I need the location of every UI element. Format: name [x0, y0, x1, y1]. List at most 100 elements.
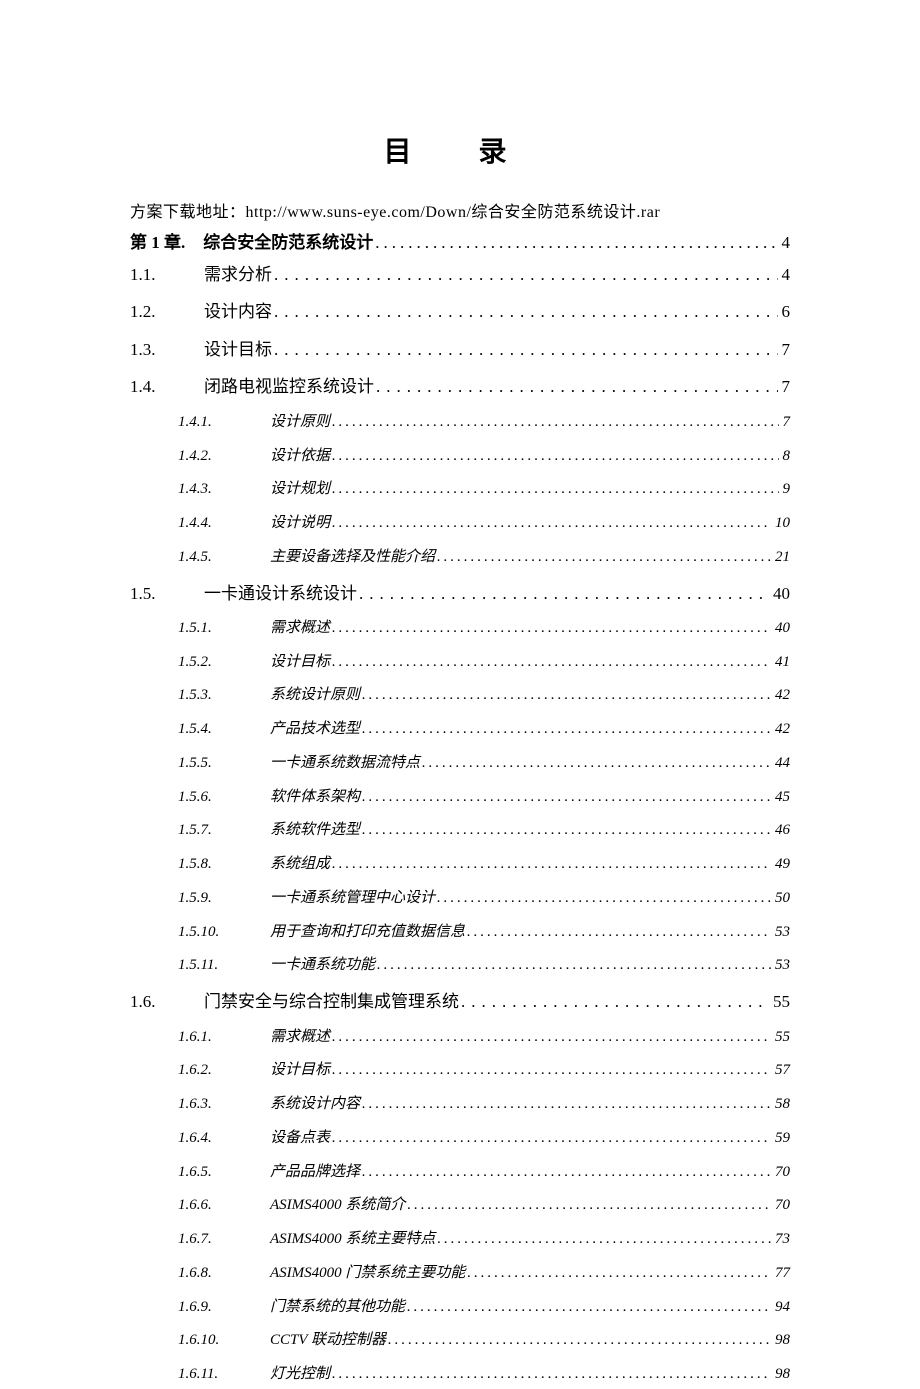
toc-entry-page: 49 — [775, 851, 790, 879]
toc-entry: 1.4.4.设计说明10 — [130, 510, 790, 538]
toc-entry: 1.5.10.用于查询和打印充值数据信息53 — [130, 919, 790, 947]
toc-leader-dots — [467, 919, 771, 947]
toc-entry-label: 软件体系架构 — [270, 784, 360, 812]
toc-entry-page: 9 — [783, 476, 791, 504]
toc-entry-number: 1.5.10. — [178, 919, 258, 947]
toc-entry-label: 设计目标 — [270, 649, 330, 677]
toc-entry-page: 73 — [775, 1226, 790, 1254]
toc-entry-page: 8 — [783, 443, 791, 471]
toc-entry-number: 1.3. — [130, 334, 186, 365]
toc-entry-label: 系统组成 — [270, 851, 330, 879]
toc-entry-label: 设计目标 — [204, 334, 272, 365]
toc-entry: 1.6.10.CCTV 联动控制器98 — [130, 1327, 790, 1355]
page-title: 目 录 — [130, 130, 790, 170]
toc-entry-label: 系统设计内容 — [270, 1091, 360, 1119]
toc-entry-label: 一卡通系统功能 — [270, 952, 375, 980]
toc-leader-dots — [332, 615, 771, 643]
toc-entry: 1.6.4.设备点表59 — [130, 1125, 790, 1153]
toc-entry-label: 设计依据 — [270, 443, 330, 471]
toc-entry-page: 94 — [775, 1294, 790, 1322]
toc-entry-page: 7 — [782, 371, 791, 402]
toc-entry-number: 1.4.2. — [178, 443, 258, 471]
toc-leader-dots — [362, 1159, 771, 1187]
toc-entry-page: 21 — [775, 544, 790, 572]
toc-entry: 1.6.8.ASIMS4000 门禁系统主要功能77 — [130, 1260, 790, 1288]
toc-entry-label: 门禁安全与综合控制集成管理系统 — [204, 986, 459, 1017]
toc-entry-number: 1.4.1. — [178, 409, 258, 437]
toc-entry-page: 57 — [775, 1057, 790, 1085]
toc-entry: 1.5.3.系统设计原则42 — [130, 682, 790, 710]
toc-leader-dots — [332, 409, 778, 437]
toc-leader-dots — [376, 371, 778, 402]
toc-entry-page: 45 — [775, 784, 790, 812]
toc-entry-label: 产品技术选型 — [270, 716, 360, 744]
toc-entry-page: 55 — [775, 1024, 790, 1052]
toc-entry: 1.3. 设计目标 7 — [130, 334, 790, 365]
toc-entry-label: 一卡通系统管理中心设计 — [270, 885, 435, 913]
toc-entry-label: 设计目标 — [270, 1057, 330, 1085]
toc-entry: 1.5.7.系统软件选型46 — [130, 817, 790, 845]
toc-entry: 1.6.2. 设计目标 57 — [130, 1057, 790, 1085]
toc-entry: 1.5.一卡通设计系统设计40 — [130, 578, 790, 609]
toc-entry: 1.6.3.系统设计内容58 — [130, 1091, 790, 1119]
toc-entry-page: 6 — [782, 296, 791, 327]
toc-leader-dots — [332, 510, 771, 538]
toc-entry-number: 1.6. — [130, 986, 186, 1017]
toc-leader-dots — [332, 649, 771, 677]
toc-entry: 1.5.4.产品技术选型42 — [130, 716, 790, 744]
toc-entry-number: 1.4.5. — [178, 544, 258, 572]
toc-entry-number: 1.6.7. — [178, 1226, 258, 1254]
toc-entry-label: 门禁系统的其他功能 — [270, 1294, 405, 1322]
toc-entry-number: 1.4.3. — [178, 476, 258, 504]
toc-leader-dots — [437, 544, 771, 572]
toc-entry-page: 44 — [775, 750, 790, 778]
toc-entry-page: 50 — [775, 885, 790, 913]
toc-entry-label: 主要设备选择及性能介绍 — [270, 544, 435, 572]
toc-entry-number: 1.5.11. — [178, 952, 258, 980]
toc-leader-dots — [362, 1091, 771, 1119]
toc-entry: 1.6.7. ASIMS4000 系统主要特点 73 — [130, 1226, 790, 1254]
toc-entry: 1.6.5.产品品牌选择70 — [130, 1159, 790, 1187]
toc-entry: 1.1.需求分析4 — [130, 259, 790, 290]
toc-entry-label: 设计内容 — [204, 296, 272, 327]
toc-entry-label: 设计原则 — [270, 409, 330, 437]
toc-entry-number: 1.5.9. — [178, 885, 258, 913]
toc-entry-label: 用于查询和打印充值数据信息 — [270, 919, 465, 947]
toc-leader-dots — [437, 885, 771, 913]
toc-entry: 1.6.11.灯光控制98 — [130, 1361, 790, 1389]
toc-entry-number: 1.5.6. — [178, 784, 258, 812]
toc-entry-label: 需求分析 — [204, 259, 272, 290]
toc-entry-label: ASIMS4000 系统主要特点 — [270, 1226, 435, 1254]
toc-entry-label: ASIMS4000 系统简介 — [270, 1192, 405, 1220]
toc-entry-page: 58 — [775, 1091, 790, 1119]
toc-entry: 1.5.2.设计目标41 — [130, 649, 790, 677]
toc-entry-number: 1.6.10. — [178, 1327, 258, 1355]
toc-entry: 第 1 章.综合安全防范系统设计4 — [130, 228, 790, 253]
toc-leader-dots — [377, 952, 771, 980]
toc-entry-label: 灯光控制 — [270, 1361, 330, 1389]
toc-leader-dots — [467, 1260, 771, 1288]
toc-entry-number: 1.6.9. — [178, 1294, 258, 1322]
toc-leader-dots — [332, 1024, 771, 1052]
toc-entry-number: 1.6.11. — [178, 1361, 258, 1389]
toc-entry-number: 1.4. — [130, 371, 186, 402]
toc-leader-dots — [437, 1226, 771, 1254]
toc-entry-page: 7 — [782, 334, 791, 365]
toc-entry-number: 1.2. — [130, 296, 186, 327]
toc-entry-label: 设计规划 — [270, 476, 330, 504]
toc-entry-page: 70 — [775, 1192, 790, 1220]
toc-entry-number: 1.6.2. — [178, 1057, 258, 1085]
toc-entry: 1.6.1.需求概述55 — [130, 1024, 790, 1052]
toc-entry-page: 77 — [775, 1260, 790, 1288]
toc-entry-number: 1.5.7. — [178, 817, 258, 845]
toc-entry-label: ASIMS4000 门禁系统主要功能 — [270, 1260, 465, 1288]
toc-entry-label: 系统设计原则 — [270, 682, 360, 710]
toc-entry-page: 55 — [773, 986, 790, 1017]
toc-entry: 1.5.1.需求概述40 — [130, 615, 790, 643]
toc-leader-dots — [274, 334, 778, 365]
table-of-contents: 第 1 章.综合安全防范系统设计4 1.1.需求分析4 1.2. 设计内容 6 1.3. 设… — [130, 228, 790, 1389]
toc-entry-page: 46 — [775, 817, 790, 845]
toc-leader-dots — [362, 817, 771, 845]
toc-entry-page: 98 — [775, 1327, 790, 1355]
toc-entry-number: 1.6.4. — [178, 1125, 258, 1153]
